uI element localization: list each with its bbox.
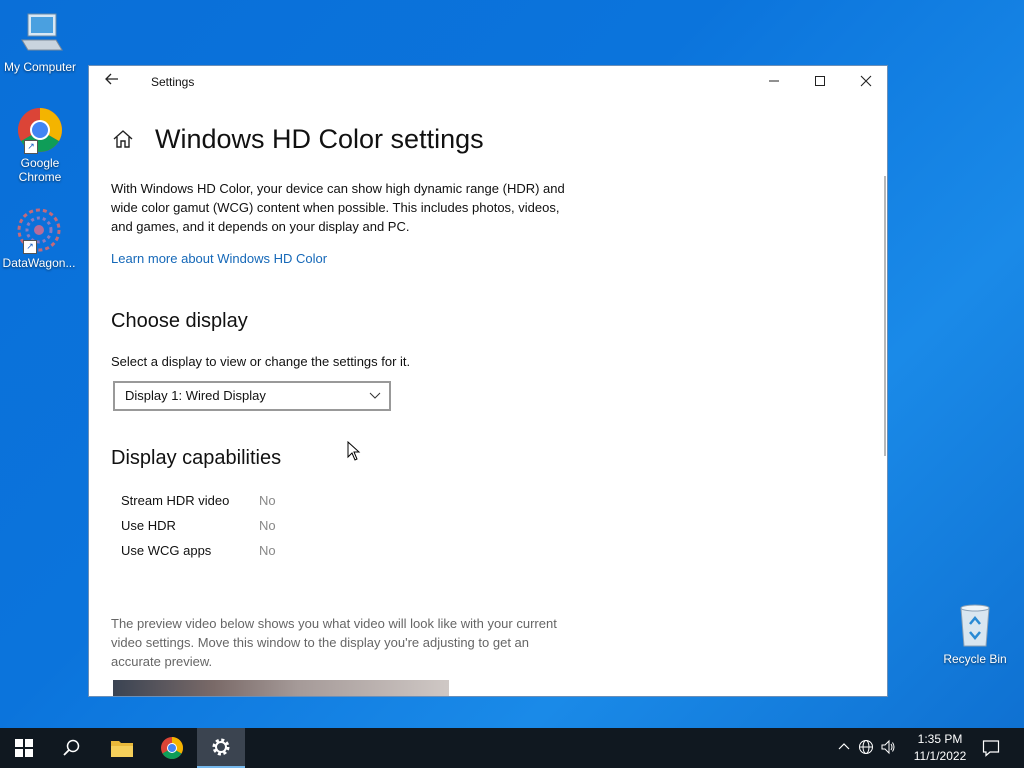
capability-value: No [259,518,276,533]
preview-description: The preview video below shows you what v… [111,616,557,669]
desktop-icon-label: My Computer [3,60,77,74]
recycle-bin-icon [951,602,999,650]
windows-logo-icon [15,739,33,757]
maximize-button[interactable] [797,66,843,98]
capability-label: Use WCG apps [121,543,212,558]
system-tray [838,728,896,768]
minimize-button[interactable] [751,66,797,98]
capability-label: Stream HDR video [121,493,230,508]
desktop-icon-recycle-bin[interactable]: Recycle Bin [935,602,1015,666]
window-title: Settings [151,75,195,89]
folder-icon [111,741,133,757]
clock-time: 1:35 PM [917,732,963,746]
settings-taskbar-button[interactable] [197,728,245,768]
chrome-icon [161,737,183,759]
mouse-cursor-icon [347,441,361,461]
shortcut-arrow-icon: ↗ [24,140,38,154]
display-select[interactable]: Display 1: Wired Display [113,381,391,411]
settings-window: Settings Windows HD Color settings With … [88,65,888,697]
maximize-icon [815,76,825,86]
taskbar-clock[interactable]: 1:35 PM 11/1/2022 [910,731,970,765]
choose-display-instruction: Select a display to view or change the s… [111,354,411,369]
page-title: Windows HD Color settings [155,123,484,154]
desktop-icon-my-computer[interactable]: My Computer [0,10,80,74]
notification-icon [982,740,1000,757]
datawagon-icon: ↗ [15,206,63,254]
close-button[interactable] [843,66,887,98]
action-center-button[interactable] [968,728,1014,768]
chevron-down-icon [369,383,381,418]
desktop-icon-label: Google Chrome [18,156,62,184]
search-icon [63,739,80,756]
search-button[interactable] [48,728,96,768]
file-explorer-button[interactable] [98,728,146,768]
chrome-icon: ↗ [16,106,64,154]
display-select-value: Display 1: Wired Display [125,388,266,403]
start-button[interactable] [0,728,48,768]
capability-value: No [259,493,276,508]
back-arrow-icon [105,73,118,85]
computer-icon [16,10,64,58]
title-bar[interactable]: Settings [89,66,887,98]
chevron-up-icon[interactable] [838,741,850,756]
desktop-icon-label: Recycle Bin [943,652,1007,666]
network-globe-icon[interactable] [858,739,874,758]
scrollbar[interactable] [884,176,886,456]
chrome-taskbar-button[interactable] [148,728,196,768]
preview-video[interactable] [113,680,449,696]
page-header: Windows HD Color settings [111,114,871,164]
settings-content: Windows HD Color settings With Windows H… [111,114,871,696]
desktop-icon-label: DataWagon... [2,256,76,270]
hd-color-description: With Windows HD Color, your device can s… [111,181,565,234]
taskbar: 1:35 PM 11/1/2022 [0,728,1024,768]
shortcut-arrow-icon: ↗ [23,240,37,254]
home-icon[interactable] [111,127,135,151]
volume-icon[interactable] [880,739,896,758]
display-capabilities-heading: Display capabilities [111,447,282,469]
choose-display-heading: Choose display [111,310,248,332]
desktop-icon-datawagon[interactable]: ↗ DataWagon... [0,206,79,270]
close-icon [860,75,872,87]
capability-label: Use HDR [121,518,176,533]
desktop-icon-google-chrome[interactable]: ↗ Google Chrome [0,106,80,184]
clock-date: 11/1/2022 [913,749,967,763]
learn-more-link[interactable]: Learn more about Windows HD Color [111,251,327,266]
gear-icon [212,738,230,756]
minimize-icon [769,80,779,82]
capability-value: No [259,543,276,558]
back-button[interactable] [99,70,125,94]
